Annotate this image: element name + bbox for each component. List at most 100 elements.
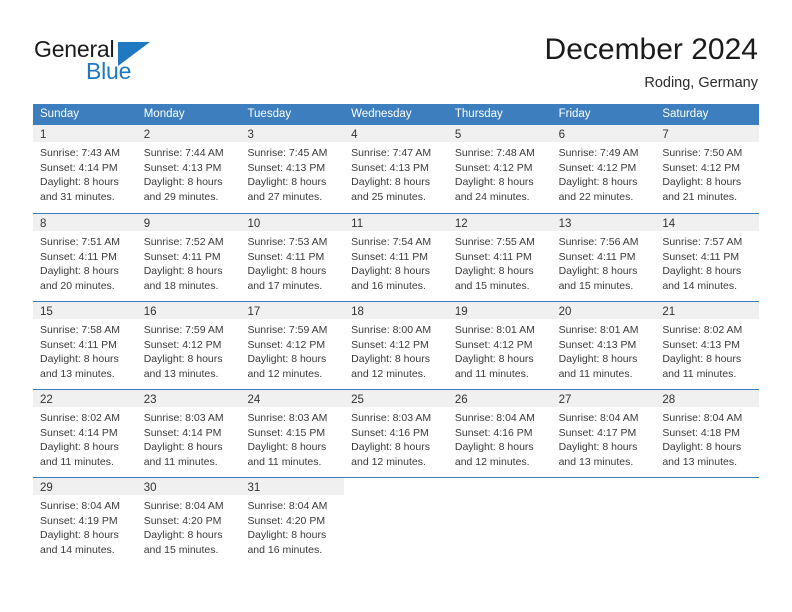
day-info: Sunrise: 7:59 AM Sunset: 4:12 PM Dayligh… — [137, 319, 241, 381]
day-cell[interactable]: 24 Sunrise: 8:03 AM Sunset: 4:15 PM Dayl… — [240, 390, 345, 477]
day-number-band: 27 — [551, 390, 656, 407]
day-number-band — [344, 478, 448, 495]
daylight-text-line1: Daylight: 8 hours — [40, 529, 119, 541]
day-cell[interactable]: 4 Sunrise: 7:47 AM Sunset: 4:13 PM Dayli… — [344, 125, 448, 213]
sunset-text: Sunset: 4:19 PM — [40, 514, 118, 527]
day-info: Sunrise: 7:48 AM Sunset: 4:12 PM Dayligh… — [448, 142, 552, 204]
day-info: Sunrise: 7:44 AM Sunset: 4:13 PM Dayligh… — [137, 142, 241, 204]
day-cell[interactable]: 8 Sunrise: 7:51 AM Sunset: 4:11 PM Dayli… — [33, 214, 137, 301]
day-cell[interactable]: 5 Sunrise: 7:48 AM Sunset: 4:12 PM Dayli… — [447, 125, 552, 213]
day-cell[interactable]: 2 Sunrise: 7:44 AM Sunset: 4:13 PM Dayli… — [136, 125, 241, 213]
daylight-text-line1: Daylight: 8 hours — [662, 176, 742, 188]
sunrise-text: Sunrise: 8:04 AM — [454, 412, 535, 424]
sunrise-text: Sunrise: 7:44 AM — [143, 147, 224, 159]
week-row: 8 Sunrise: 7:51 AM Sunset: 4:11 PM Dayli… — [33, 213, 760, 301]
generalblue-logo[interactable]: General Blue — [34, 36, 214, 86]
weekday-header-row: Sunday Monday Tuesday Wednesday Thursday… — [33, 104, 759, 125]
sunset-text: Sunset: 4:11 PM — [662, 250, 740, 263]
day-cell[interactable]: 29 Sunrise: 8:04 AM Sunset: 4:19 PM Dayl… — [33, 478, 137, 565]
day-number-band: 15 — [33, 302, 137, 319]
day-number: 18 — [351, 306, 364, 318]
sunset-text: Sunset: 4:16 PM — [351, 426, 429, 439]
daylight-text-line2: and 15 minutes. — [454, 279, 530, 292]
day-number-band: 1 — [33, 125, 137, 142]
day-cell[interactable]: 7 Sunrise: 7:50 AM Sunset: 4:12 PM Dayli… — [655, 125, 760, 213]
day-info: Sunrise: 7:51 AM Sunset: 4:11 PM Dayligh… — [33, 231, 137, 293]
day-cell[interactable]: 26 Sunrise: 8:04 AM Sunset: 4:16 PM Dayl… — [447, 390, 552, 477]
weekday-header-tuesday: Tuesday — [247, 108, 292, 120]
daylight-text-line1: Daylight: 8 hours — [247, 176, 327, 188]
calendar-grid: Sunday Monday Tuesday Wednesday Thursday… — [33, 104, 760, 565]
day-cell[interactable]: 31 Sunrise: 8:04 AM Sunset: 4:20 PM Dayl… — [240, 478, 345, 565]
day-cell[interactable]: 23 Sunrise: 8:03 AM Sunset: 4:14 PM Dayl… — [136, 390, 241, 477]
day-cell[interactable]: 30 Sunrise: 8:04 AM Sunset: 4:20 PM Dayl… — [136, 478, 241, 565]
day-cell[interactable]: 25 Sunrise: 8:03 AM Sunset: 4:16 PM Dayl… — [344, 390, 448, 477]
day-cell[interactable]: 10 Sunrise: 7:53 AM Sunset: 4:11 PM Dayl… — [240, 214, 345, 301]
day-number-band: 13 — [551, 214, 656, 231]
sunset-text: Sunset: 4:16 PM — [454, 426, 533, 439]
daylight-text-line1: Daylight: 8 hours — [351, 265, 430, 277]
day-cell[interactable]: 3 Sunrise: 7:45 AM Sunset: 4:13 PM Dayli… — [240, 125, 345, 213]
day-cell-empty — [552, 478, 656, 565]
day-cell-empty — [448, 478, 552, 565]
day-cell[interactable]: 18 Sunrise: 8:00 AM Sunset: 4:12 PM Dayl… — [344, 302, 448, 389]
day-cell[interactable]: 27 Sunrise: 8:04 AM Sunset: 4:17 PM Dayl… — [551, 390, 656, 477]
sunrise-text: Sunrise: 7:59 AM — [247, 324, 328, 336]
day-cell[interactable]: 19 Sunrise: 8:01 AM Sunset: 4:12 PM Dayl… — [447, 302, 552, 389]
day-number: 13 — [558, 218, 572, 230]
day-info: Sunrise: 7:45 AM Sunset: 4:13 PM Dayligh… — [240, 142, 344, 204]
day-number-band: 9 — [136, 214, 241, 231]
daylight-text-line1: Daylight: 8 hours — [454, 265, 534, 277]
day-cell[interactable]: 15 Sunrise: 7:58 AM Sunset: 4:11 PM Dayl… — [33, 302, 137, 389]
sunrise-text: Sunrise: 7:48 AM — [454, 147, 535, 159]
day-cell[interactable]: 6 Sunrise: 7:49 AM Sunset: 4:12 PM Dayli… — [551, 125, 656, 213]
day-cell[interactable]: 20 Sunrise: 8:01 AM Sunset: 4:13 PM Dayl… — [551, 302, 656, 389]
day-cell[interactable]: 9 Sunrise: 7:52 AM Sunset: 4:11 PM Dayli… — [136, 214, 241, 301]
day-number-band: 23 — [136, 390, 241, 407]
sunrise-text: Sunrise: 7:51 AM — [40, 236, 120, 248]
sunrise-text: Sunrise: 7:56 AM — [558, 236, 639, 248]
day-cell[interactable]: 21 Sunrise: 8:02 AM Sunset: 4:13 PM Dayl… — [655, 302, 760, 389]
day-info: Sunrise: 8:00 AM Sunset: 4:12 PM Dayligh… — [344, 319, 448, 381]
day-number-band: 8 — [33, 214, 137, 231]
day-cell[interactable]: 17 Sunrise: 7:59 AM Sunset: 4:12 PM Dayl… — [240, 302, 345, 389]
day-number: 26 — [454, 394, 468, 406]
sunrise-text: Sunrise: 7:54 AM — [351, 236, 432, 248]
day-cell[interactable]: 16 Sunrise: 7:59 AM Sunset: 4:12 PM Dayl… — [136, 302, 241, 389]
day-number-band: 17 — [240, 302, 345, 319]
day-info: Sunrise: 7:49 AM Sunset: 4:12 PM Dayligh… — [552, 142, 656, 204]
day-number: 10 — [247, 218, 261, 230]
page-header: General Blue December 2024 Roding, Germa… — [0, 0, 792, 100]
day-cell[interactable]: 11 Sunrise: 7:54 AM Sunset: 4:11 PM Dayl… — [344, 214, 448, 301]
daylight-text-line2: and 13 minutes. — [662, 455, 738, 468]
daylight-text-line2: and 25 minutes. — [351, 190, 426, 203]
sunrise-text: Sunrise: 7:49 AM — [558, 147, 639, 159]
day-info: Sunrise: 8:03 AM Sunset: 4:16 PM Dayligh… — [344, 407, 448, 469]
daylight-text-line2: and 20 minutes. — [40, 279, 115, 292]
day-cell[interactable]: 12 Sunrise: 7:55 AM Sunset: 4:11 PM Dayl… — [447, 214, 552, 301]
day-cell[interactable]: 28 Sunrise: 8:04 AM Sunset: 4:18 PM Dayl… — [655, 390, 760, 477]
day-cell[interactable]: 1 Sunrise: 7:43 AM Sunset: 4:14 PM Dayli… — [33, 125, 137, 213]
day-number-band: 25 — [344, 390, 448, 407]
day-cell[interactable]: 14 Sunrise: 7:57 AM Sunset: 4:11 PM Dayl… — [655, 214, 760, 301]
sunrise-text: Sunrise: 8:04 AM — [40, 500, 120, 512]
daylight-text-line1: Daylight: 8 hours — [454, 353, 534, 365]
sunset-text: Sunset: 4:13 PM — [558, 338, 637, 351]
sunrise-text: Sunrise: 8:04 AM — [143, 500, 224, 512]
weekday-header-monday: Monday — [143, 108, 185, 120]
sunset-text: Sunset: 4:17 PM — [558, 426, 637, 439]
day-number-band: 26 — [447, 390, 552, 407]
day-cell[interactable]: 22 Sunrise: 8:02 AM Sunset: 4:14 PM Dayl… — [33, 390, 137, 477]
daylight-text-line1: Daylight: 8 hours — [662, 265, 742, 277]
sunset-text: Sunset: 4:11 PM — [40, 250, 117, 263]
sunset-text: Sunset: 4:15 PM — [247, 426, 326, 439]
day-number-band: 20 — [551, 302, 656, 319]
day-cell[interactable]: 13 Sunrise: 7:56 AM Sunset: 4:11 PM Dayl… — [551, 214, 656, 301]
day-number-band: 10 — [240, 214, 345, 231]
daylight-text-line2: and 17 minutes. — [247, 279, 323, 292]
weekday-header-thursday: Thursday — [454, 108, 503, 120]
daylight-text-line2: and 15 minutes. — [558, 279, 634, 292]
day-number-band: 22 — [33, 390, 137, 407]
day-number-band: 18 — [344, 302, 448, 319]
day-number: 3 — [247, 129, 254, 141]
